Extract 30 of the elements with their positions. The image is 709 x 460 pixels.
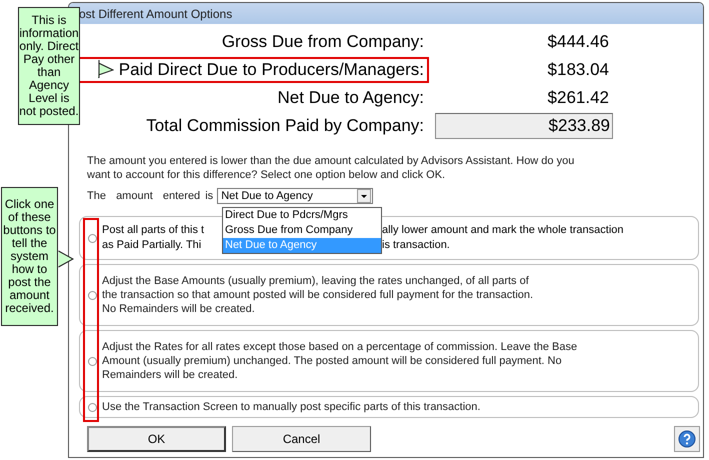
help-button[interactable] <box>674 426 700 452</box>
dropdown-item[interactable]: Direct Due to Pdcrs/Mgrs <box>223 208 381 223</box>
option-text: ally lower amount and mark the whole transaction <box>382 223 624 238</box>
option-text: Use the Transaction Screen to manually post specific parts of this transaction. <box>102 400 480 414</box>
amount-value: $444.46 <box>546 32 609 52</box>
dialog-button[interactable]: Cancel <box>232 426 371 452</box>
amount-dropdown[interactable]: Net Due to Agency <box>217 188 374 204</box>
option-text: as Paid Partially. Thi <box>102 238 202 253</box>
help-icon <box>678 430 696 448</box>
amount-label: Total Commission Paid by Company: <box>145 115 425 137</box>
radio-button[interactable] <box>88 356 97 366</box>
dialog-button[interactable]: OK <box>87 426 226 452</box>
amount-label: Net Due to Agency: <box>276 87 425 109</box>
amount-value: $261.42 <box>546 88 609 108</box>
callout-text: This is information only. Direct Pay other than Agency Level is not posted. <box>19 14 79 118</box>
amount-field: $233.89 <box>435 113 613 139</box>
callout-text: Click one of these buttons to tell the system how to post the amount received. <box>2 198 57 315</box>
radio-button[interactable] <box>88 290 97 300</box>
dropdown-item[interactable]: Gross Due from Company <box>223 223 381 238</box>
radio-button[interactable] <box>88 234 97 242</box>
option-text: Adjust the Base Amounts (usually premium), leaving the rates unchanged, of all parts of the transaction so that amount posted will be considered full payment for the transaction. No Remainders will be created. <box>102 274 534 316</box>
option-text: Adjust the Rates for all rates except those based on a percentage of commission. Leave the Base Amount (usually premium) unchanged. The posted amount will be considered full payment. No Remainders will be created. <box>102 340 578 382</box>
message-text: The amount you entered is lower than the due amount calculated by Advisors Assistant. How do you want to account for this difference? Select one option below and click OK. <box>87 154 576 182</box>
option-text: Post all parts of this t <box>102 223 206 238</box>
option-text: is transaction. <box>382 238 450 253</box>
radio-button[interactable] <box>88 402 97 412</box>
callout-pointer-icon <box>98 60 114 78</box>
window-title: ost Different Amount Options <box>79 6 232 20</box>
select-label: The amount entered is <box>87 190 214 202</box>
amount-value: $183.04 <box>546 60 609 80</box>
